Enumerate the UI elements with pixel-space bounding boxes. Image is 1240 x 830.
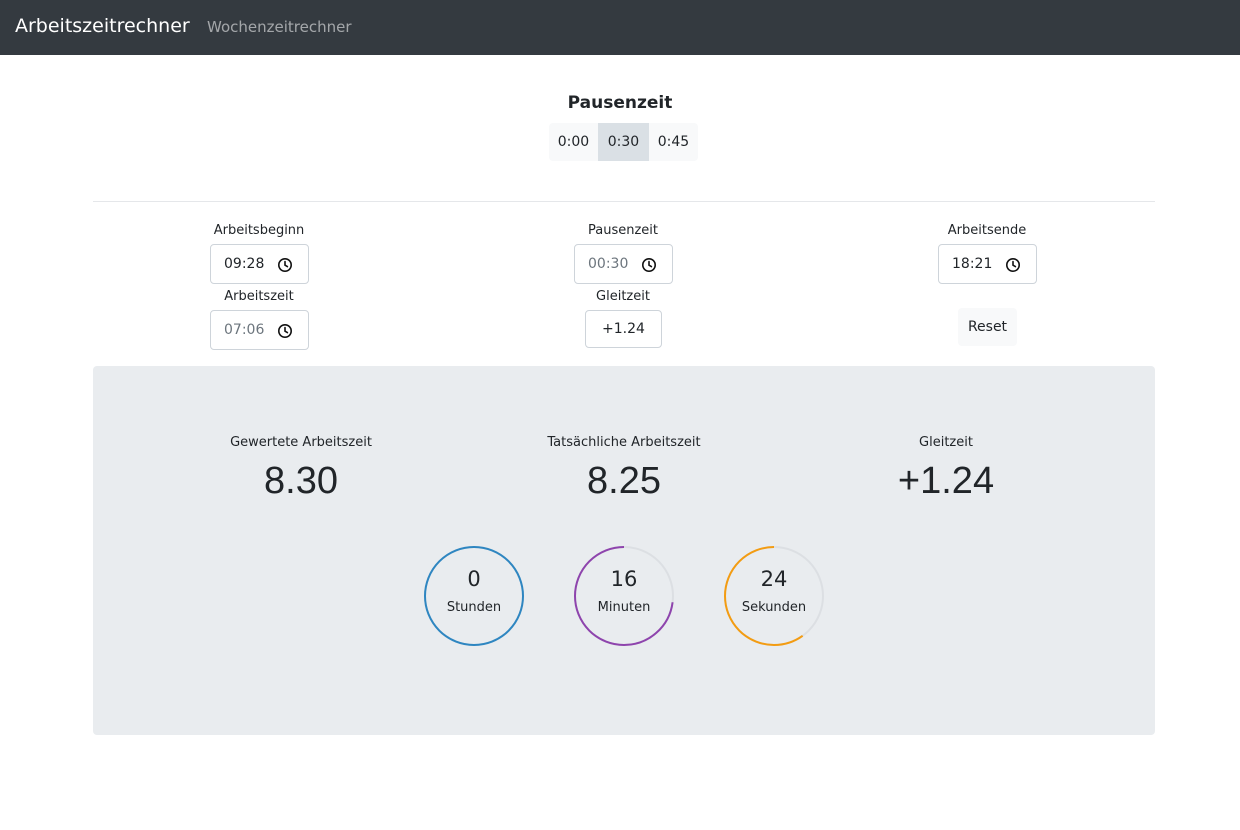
actual-worktime-label: Tatsächliche Arbeitszeit: [547, 435, 701, 450]
minutes-value: 16: [610, 567, 638, 591]
flextime-result-label: Gleitzeit: [919, 435, 973, 450]
hours-ring: 0 Stunden: [423, 545, 525, 647]
start-time-value: 09:28: [224, 256, 265, 272]
actual-worktime-value: 8.25: [587, 460, 661, 502]
seconds-value: 24: [760, 567, 788, 591]
pause-button-group: 0:00 0:30 0:45: [549, 123, 698, 161]
worktime-label: Arbeitszeit: [224, 289, 294, 304]
weighted-worktime-label: Gewertete Arbeitszeit: [230, 435, 372, 450]
clock-icon[interactable]: [277, 323, 293, 339]
seconds-ring: 24 Sekunden: [723, 545, 825, 647]
pause-option-0-30[interactable]: 0:30: [598, 123, 649, 161]
clock-icon[interactable]: [277, 257, 293, 273]
end-time-value: 18:21: [952, 256, 993, 272]
clock-icon[interactable]: [641, 257, 657, 273]
results-panel: Gewertete Arbeitszeit 8.30 Tatsächliche …: [93, 366, 1155, 735]
start-time-label: Arbeitsbeginn: [213, 223, 305, 238]
start-time-input[interactable]: 09:28: [210, 244, 309, 284]
pause-time-input[interactable]: 00:30: [574, 244, 673, 284]
brand-title[interactable]: Arbeitszeitrechner: [15, 15, 190, 37]
weighted-worktime-value: 8.30: [264, 460, 338, 502]
flextime-label: Gleitzeit: [596, 289, 650, 304]
pause-option-0-00[interactable]: 0:00: [549, 123, 598, 161]
pause-option-0-45[interactable]: 0:45: [649, 123, 698, 161]
end-time-input[interactable]: 18:21: [938, 244, 1037, 284]
hours-unit: Stunden: [446, 600, 502, 615]
pause-time-value: 00:30: [588, 256, 629, 272]
hours-value: 0: [467, 567, 481, 591]
pause-time-label: Pausenzeit: [587, 223, 658, 238]
clock-icon[interactable]: [1005, 257, 1021, 273]
seconds-unit: Sekunden: [741, 600, 807, 615]
nav-link-weekly-calculator[interactable]: Wochenzeitrechner: [207, 18, 352, 36]
navbar: Arbeitszeitrechner Wochenzeitrechner: [0, 0, 1240, 55]
minutes-ring: 16 Minuten: [573, 545, 675, 647]
worktime-value: 07:06: [224, 322, 265, 338]
flextime-input[interactable]: +1.24: [585, 310, 662, 348]
reset-button[interactable]: Reset: [958, 308, 1017, 346]
end-time-label: Arbeitsende: [947, 223, 1027, 238]
worktime-input[interactable]: 07:06: [210, 310, 309, 350]
minutes-unit: Minuten: [597, 600, 651, 615]
divider: [93, 201, 1155, 202]
flextime-result-value: +1.24: [897, 460, 995, 502]
pause-section-title: Pausenzeit: [567, 93, 673, 113]
